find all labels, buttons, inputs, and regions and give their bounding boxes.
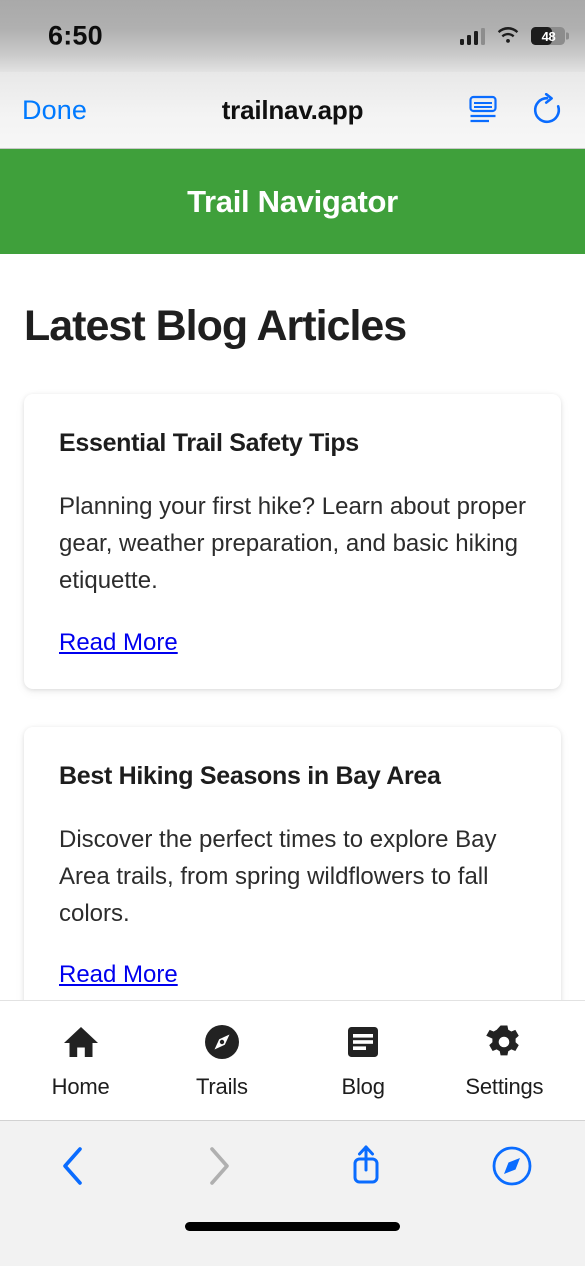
status-indicators: 48 (459, 27, 565, 45)
site-header-banner: Trail Navigator (0, 149, 585, 254)
site-title: Trail Navigator (187, 183, 398, 219)
gear-icon (484, 1022, 524, 1062)
done-button[interactable]: Done (22, 95, 87, 126)
cellular-signal-icon (459, 27, 485, 45)
home-icon (61, 1022, 101, 1062)
article-card[interactable]: Essential Trail Safety Tips Planning you… (24, 394, 561, 689)
article-title: Essential Trail Safety Tips (59, 429, 359, 457)
article-title: Best Hiking Seasons in Bay Area (59, 761, 441, 790)
home-indicator[interactable] (185, 1222, 400, 1231)
web-content-area[interactable]: Trail Navigator Latest Blog Articles Ess… (0, 149, 585, 1120)
tab-label: Home (51, 1073, 110, 1099)
article-excerpt: Planning your first hike? Learn about pr… (59, 493, 526, 595)
tab-label: Trails (195, 1073, 248, 1099)
article-card[interactable]: Best Hiking Seasons in Bay Area Discover… (24, 726, 561, 1022)
browser-toolbar (0, 1120, 585, 1210)
forward-button[interactable] (146, 1121, 292, 1210)
back-button[interactable] (0, 1121, 146, 1210)
article-list: Essential Trail Safety Tips Planning you… (24, 394, 561, 1022)
browser-nav-bar: Done trailnav.app (0, 72, 585, 149)
battery-icon: 48 (531, 27, 565, 45)
share-button[interactable] (293, 1121, 439, 1210)
site-tab-bar: Home Trails Blog Settings (0, 1000, 585, 1120)
share-icon (353, 1145, 379, 1183)
safari-compass-icon (492, 1146, 532, 1185)
read-more-link[interactable]: Read More (59, 961, 178, 989)
chevron-left-icon (63, 1146, 82, 1185)
tab-label: Blog (341, 1073, 385, 1099)
wifi-icon (497, 27, 519, 43)
safari-tabs-button[interactable] (439, 1121, 585, 1210)
nav-actions (465, 92, 565, 128)
home-indicator-area (0, 1210, 585, 1266)
tab-trails[interactable]: Trails (151, 1022, 292, 1100)
tab-home[interactable]: Home (10, 1022, 151, 1100)
tab-blog[interactable]: Blog (293, 1022, 434, 1100)
ios-status-bar: 6:50 48 (0, 0, 585, 72)
article-icon (343, 1022, 383, 1062)
article-excerpt: Discover the perfect times to explore Ba… (59, 825, 497, 927)
page-title: Latest Blog Articles (24, 302, 407, 350)
compass-icon (202, 1022, 242, 1062)
reader-view-icon (469, 95, 497, 123)
reader-view-button[interactable] (465, 92, 501, 128)
battery-level: 48 (541, 28, 556, 44)
tab-label: Settings (465, 1073, 544, 1099)
mobile-screen: 6:50 48 Done trailnav.app Trail Navigato… (0, 0, 585, 1266)
status-time: 6:50 (48, 20, 103, 51)
tab-settings[interactable]: Settings (434, 1022, 575, 1100)
page-body: Latest Blog Articles Essential Trail Saf… (0, 302, 585, 1022)
chevron-right-icon (210, 1146, 230, 1185)
read-more-link[interactable]: Read More (59, 629, 178, 657)
reload-icon (533, 93, 561, 124)
reload-button[interactable] (529, 92, 565, 128)
